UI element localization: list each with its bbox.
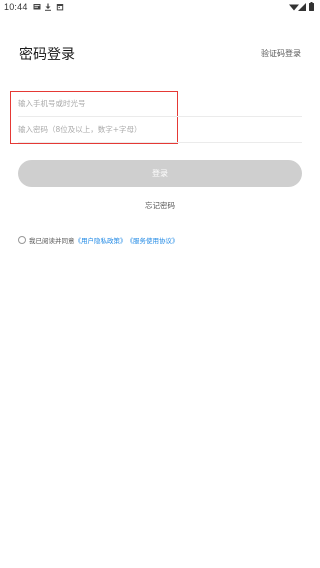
agreement-prefix: 我已阅读并同意 [29,237,75,245]
privacy-policy-link[interactable]: 《用户隐私政策》 [75,235,127,245]
download-icon [45,3,51,11]
login-button[interactable]: 登录 [18,160,302,187]
battery-icon [309,2,314,11]
agreement-row: 我已阅读并同意 《用户隐私政策》 《服务使用协议》 [18,235,179,245]
page-title: 密码登录 [19,47,75,63]
status-bar: 10:44 [0,0,320,16]
sms-code-login-link[interactable]: 验证码登录 [261,48,301,59]
status-time: 10:44 [4,2,28,12]
service-agreement-link[interactable]: 《服务使用协议》 [127,235,179,245]
message-icon [33,4,41,10]
forgot-password-link[interactable]: 忘记密码 [0,200,320,211]
phone-input[interactable] [18,91,302,117]
agreement-radio[interactable] [18,236,26,244]
signal-icon [298,3,306,11]
calendar-icon [56,4,64,11]
password-input[interactable] [18,117,302,143]
